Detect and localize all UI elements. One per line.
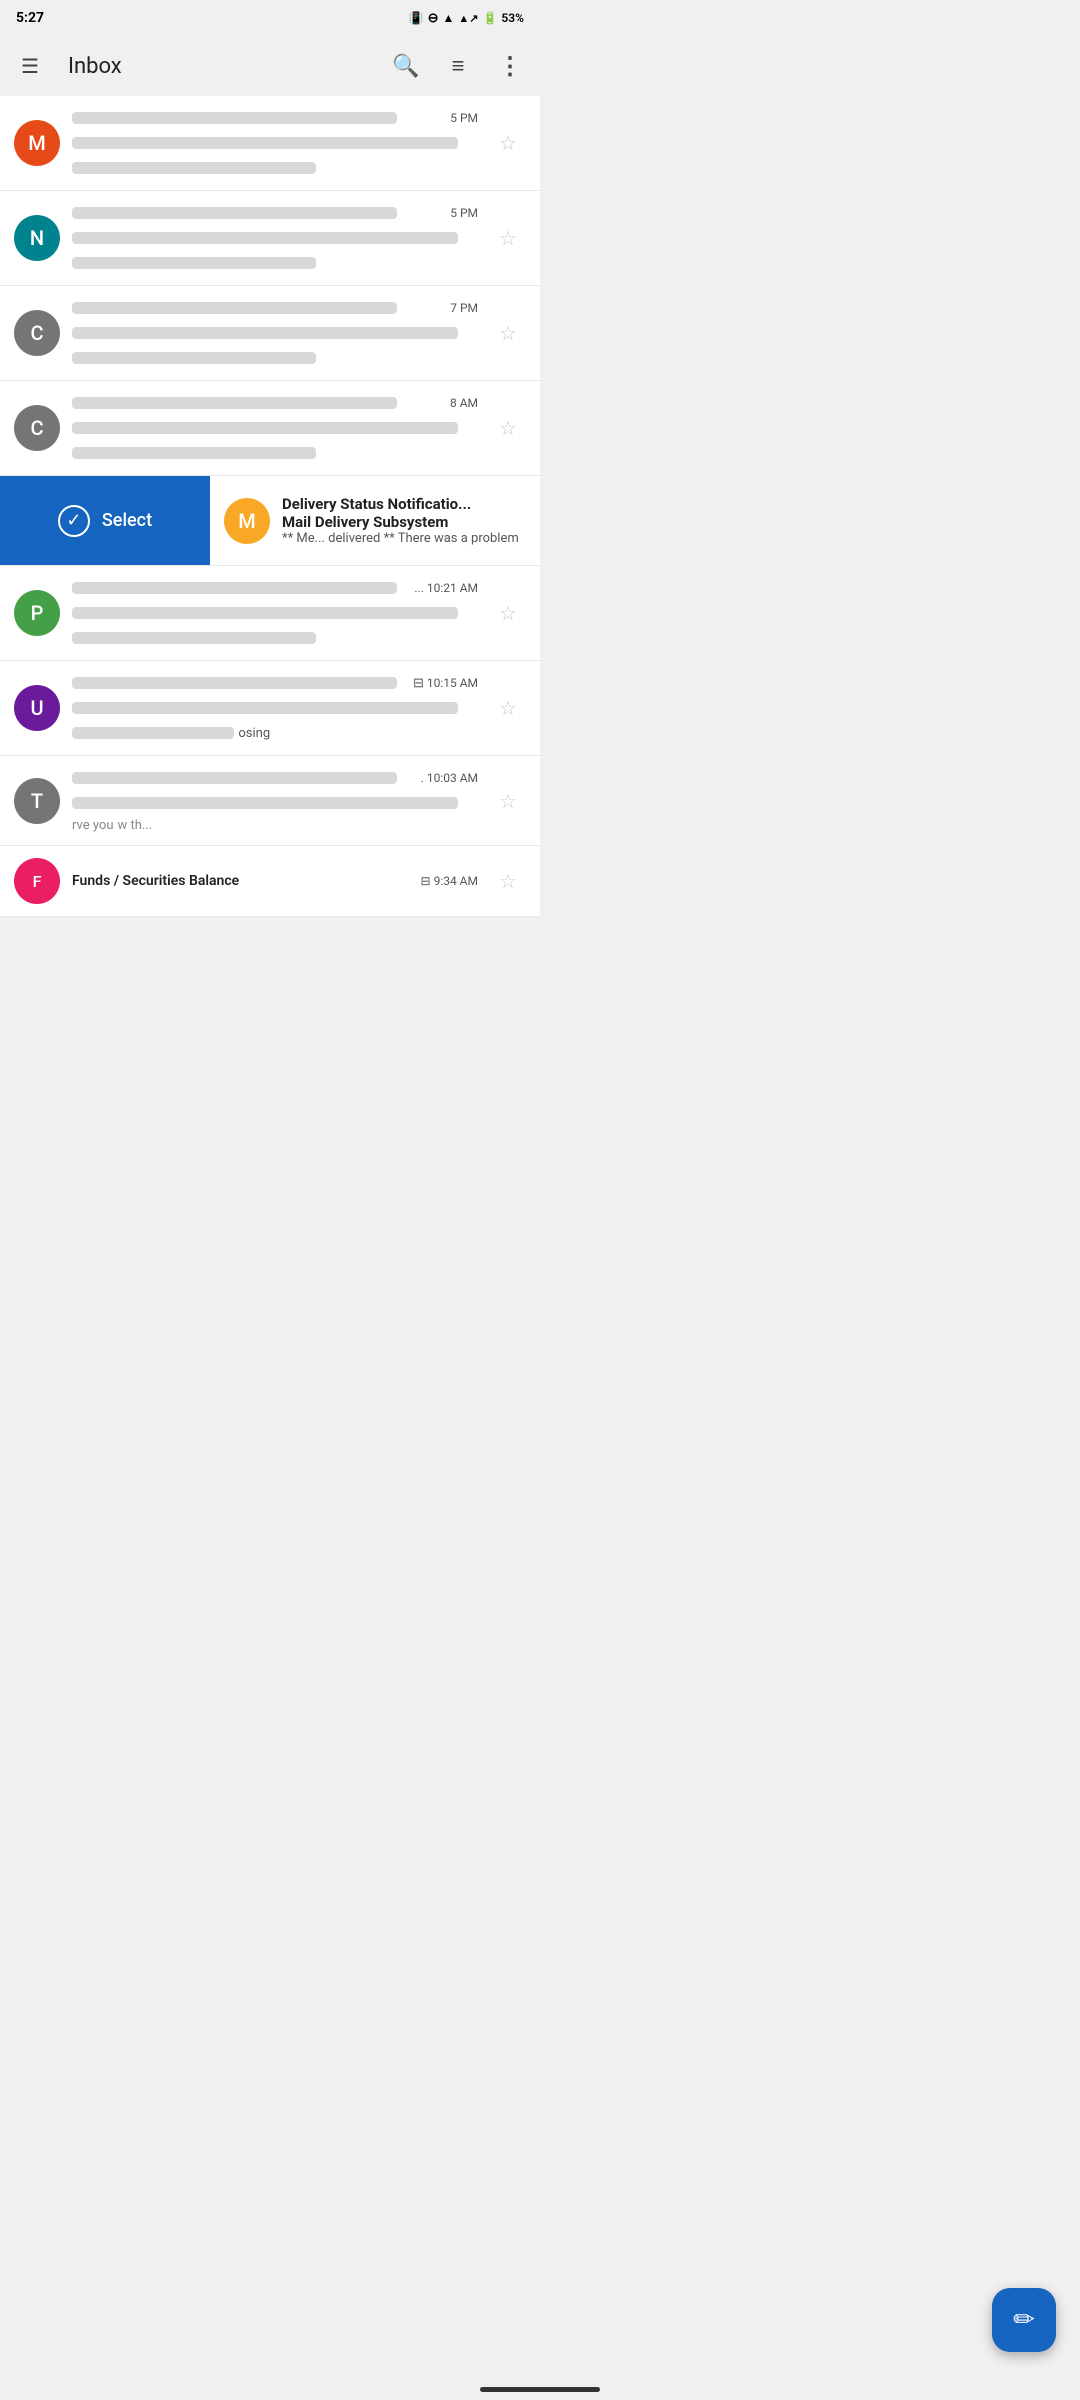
subject-line: [72, 232, 458, 244]
subject-line: [72, 607, 458, 619]
preview-text-2: w th...: [118, 818, 153, 833]
email-item-partial[interactable]: F Funds / Securities Balance ⊟ 9:34 AM ☆: [0, 846, 540, 917]
compose-fab[interactable]: ✏: [992, 2288, 1056, 2352]
attachment-icon: ⊟: [413, 676, 424, 691]
email-content: 5 PM: [72, 108, 478, 178]
preview-line: [72, 257, 316, 269]
preview-line: [72, 352, 316, 364]
email-item[interactable]: T . 10:03 AM rve you w th... ☆: [0, 756, 540, 846]
email-time: ... 10:21 AM: [414, 581, 478, 595]
sender-line: [72, 677, 397, 689]
email-time: 8 AM: [450, 396, 478, 410]
status-bar: 5:27 📳 ⊖ ▲ ▲↗ 🔋 53%: [0, 0, 540, 36]
star-button[interactable]: ☆: [490, 410, 526, 446]
avatar: P: [14, 590, 60, 636]
email-item[interactable]: N 5 PM ☆: [0, 191, 540, 286]
email-time-partial: ⊟ 9:34 AM: [421, 874, 478, 888]
avatar: T: [14, 778, 60, 824]
avatar: N: [14, 215, 60, 261]
email-content: 5 PM: [72, 203, 478, 273]
star-button[interactable]: ☆: [490, 863, 526, 899]
email-time: . 10:03 AM: [421, 771, 478, 785]
status-time: 5:27: [16, 10, 44, 26]
email-time: 5 PM: [450, 206, 478, 220]
email-item[interactable]: U ⊟ 10:15 AM osing ☆: [0, 661, 540, 756]
dnd-icon: ⊖: [428, 11, 439, 26]
email-content: Funds / Securities Balance ⊟ 9:34 AM: [72, 873, 478, 889]
avatar: C: [14, 405, 60, 451]
page-title: Inbox: [60, 54, 376, 79]
preview-line: [72, 447, 316, 459]
sender-line: [72, 207, 397, 219]
email-subject: Delivery Status Notificatio...: [282, 495, 526, 513]
more-options-button[interactable]: ⋮: [488, 44, 532, 88]
email-list: M 5 PM ☆ N 5 PM ☆ C 7 PM: [0, 96, 540, 917]
email-content: ⊟ 10:15 AM osing: [72, 673, 478, 743]
star-button[interactable]: ☆: [490, 315, 526, 351]
sort-button[interactable]: ≡: [436, 44, 480, 88]
star-button[interactable]: ☆: [490, 595, 526, 631]
subject-line: [72, 797, 458, 809]
sender-line: [72, 772, 397, 784]
star-button[interactable]: ☆: [490, 783, 526, 819]
sender-line: [72, 112, 397, 124]
compose-icon: ✏: [1013, 2305, 1035, 2335]
email-body: Delivery Status Notificatio... Mail Deli…: [282, 495, 526, 546]
sender-line: [72, 302, 397, 314]
email-time: ⊟ 10:15 AM: [413, 676, 478, 691]
email-content: 8 AM: [72, 393, 478, 463]
star-button[interactable]: ☆: [490, 690, 526, 726]
sender-line: [72, 582, 397, 594]
select-label: Select: [102, 510, 152, 531]
email-sender: Mail Delivery Subsystem: [282, 513, 526, 531]
email-subject-partial: Funds / Securities Balance: [72, 873, 239, 889]
subject-line: [72, 137, 458, 149]
email-time: 7 PM: [450, 301, 478, 315]
email-item[interactable]: P ... 10:21 AM ☆: [0, 566, 540, 661]
highlighted-email-item[interactable]: Select M Delivery Status Notificatio... …: [0, 476, 540, 566]
email-time: 5 PM: [450, 111, 478, 125]
avatar: F: [14, 858, 60, 904]
email-content: ... 10:21 AM: [72, 578, 478, 648]
star-button[interactable]: ☆: [490, 125, 526, 161]
email-preview: ** Me... delivered ** There was a proble…: [282, 531, 526, 546]
avatar: M: [224, 498, 270, 544]
preview-line: [72, 727, 234, 739]
preview-text-1: rve you: [72, 818, 114, 833]
select-check-icon: [58, 505, 90, 537]
more-icon: ⋮: [498, 52, 522, 80]
search-button[interactable]: 🔍: [384, 44, 428, 88]
avatar: M: [14, 120, 60, 166]
preview-text: osing: [238, 726, 270, 741]
subject-line: [72, 327, 458, 339]
search-icon: 🔍: [392, 54, 419, 79]
wifi-icon: ▲: [442, 11, 454, 25]
sort-icon: ≡: [452, 53, 465, 79]
select-tooltip[interactable]: Select: [0, 476, 210, 565]
sender-line: [72, 397, 397, 409]
email-item[interactable]: C 8 AM ☆: [0, 381, 540, 476]
status-icons: 📳 ⊖ ▲ ▲↗ 🔋 53%: [409, 11, 524, 26]
home-indicator: [480, 2387, 600, 2392]
subject-line: [72, 422, 458, 434]
preview-line: [72, 162, 316, 174]
star-button[interactable]: ☆: [490, 220, 526, 256]
email-item[interactable]: M 5 PM ☆: [0, 96, 540, 191]
avatar: C: [14, 310, 60, 356]
menu-button[interactable]: ☰: [8, 44, 52, 88]
email-item[interactable]: C 7 PM ☆: [0, 286, 540, 381]
hamburger-icon: ☰: [21, 54, 39, 78]
email-content: 7 PM: [72, 298, 478, 368]
preview-line: [72, 632, 316, 644]
battery-icon: 🔋: [482, 11, 497, 25]
signal-icon: ▲↗: [458, 12, 478, 25]
attachment-icon-partial: ⊟: [421, 874, 431, 888]
subject-line: [72, 702, 458, 714]
battery-percent: 53%: [501, 11, 524, 25]
email-content: . 10:03 AM rve you w th...: [72, 768, 478, 833]
vibrate-icon: 📳: [409, 11, 424, 25]
app-bar: ☰ Inbox 🔍 ≡ ⋮: [0, 36, 540, 96]
avatar: U: [14, 685, 60, 731]
